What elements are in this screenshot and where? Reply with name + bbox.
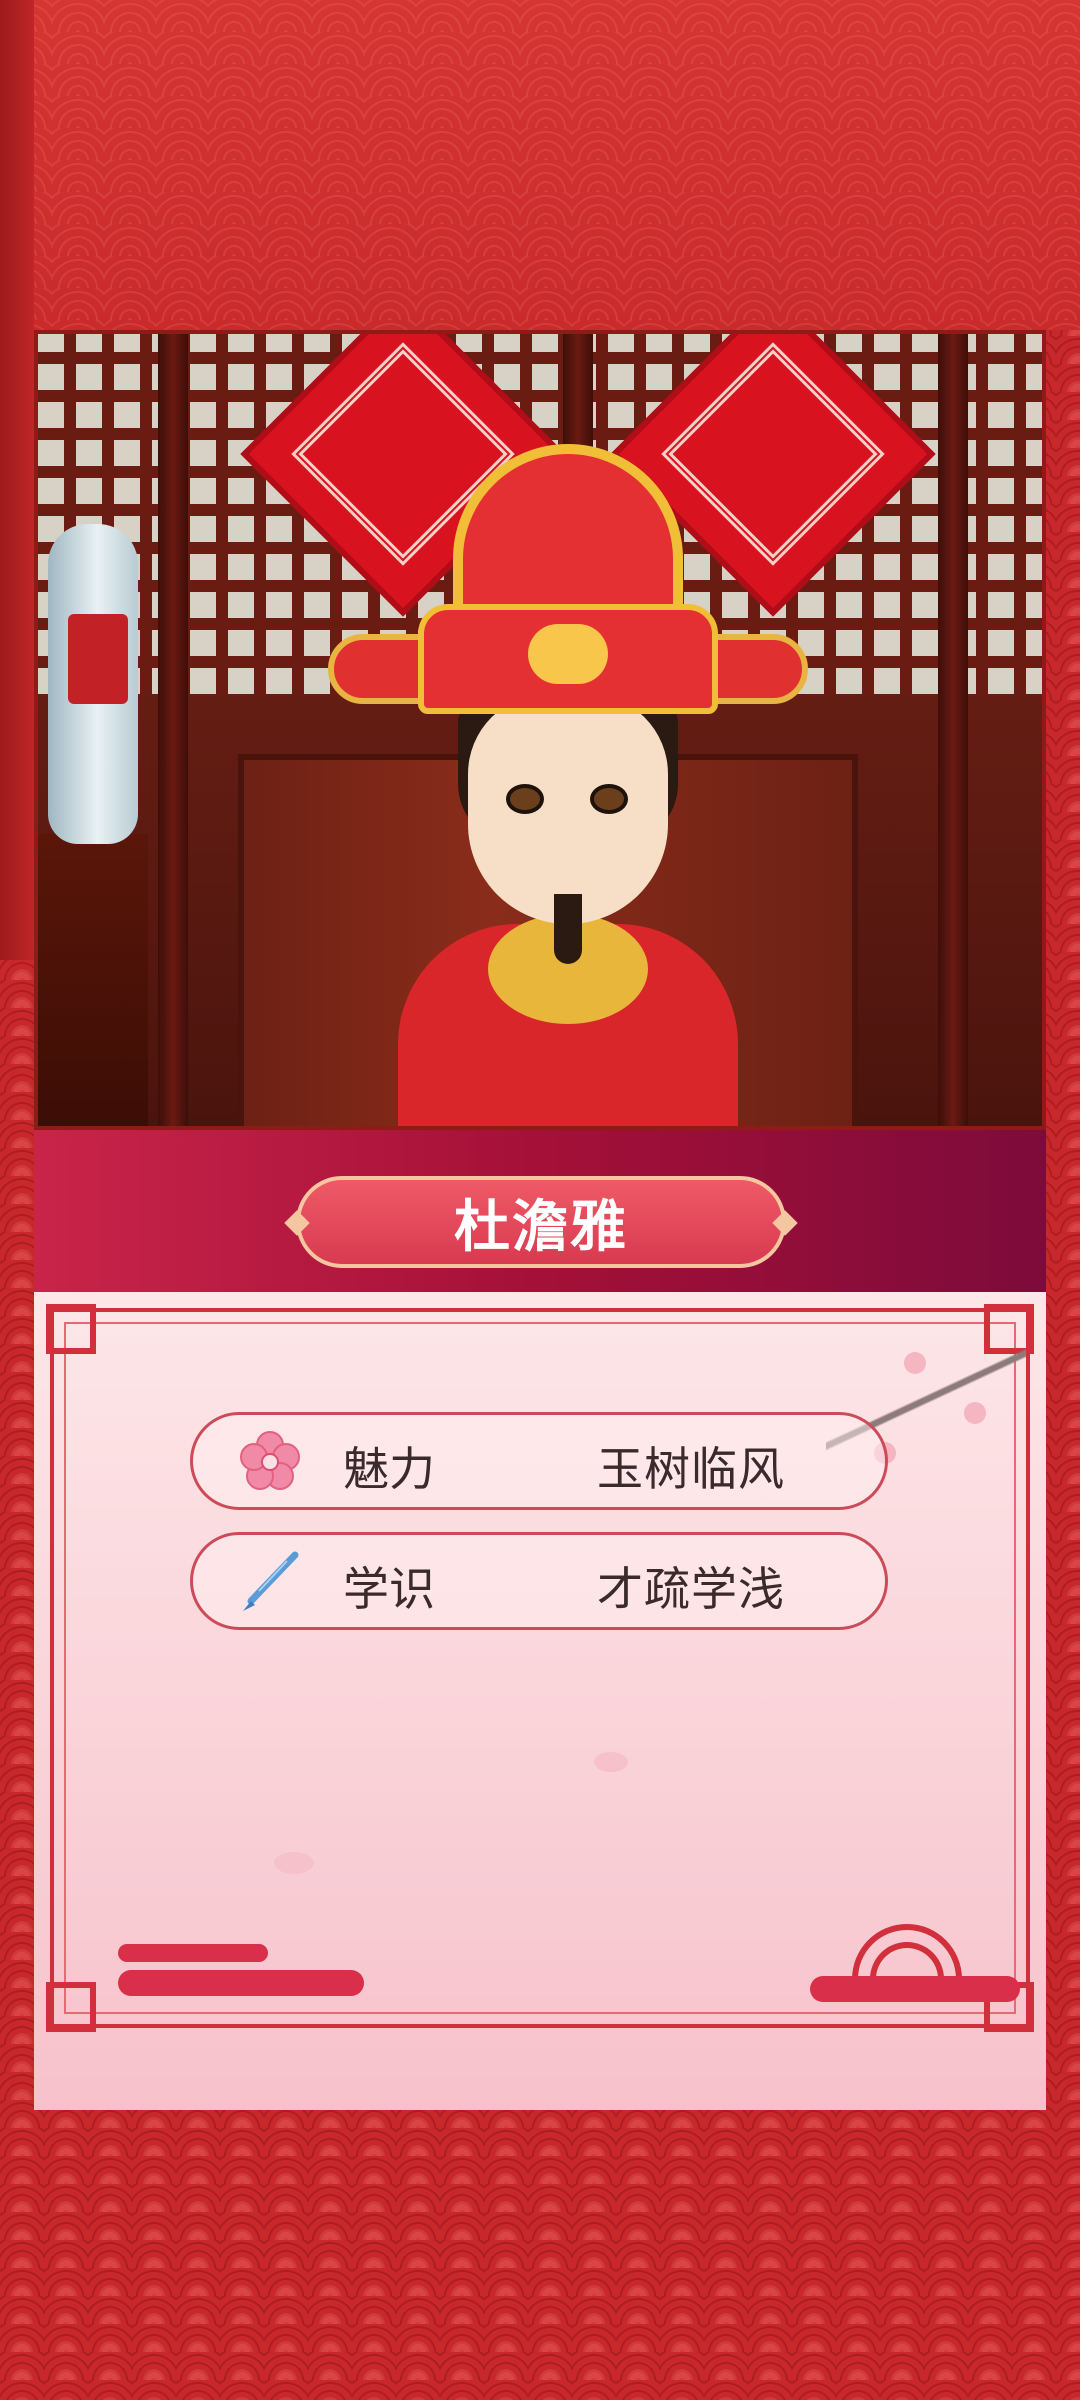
plum-blossom-icon xyxy=(240,1431,300,1490)
name-plate: 杜澹雅 xyxy=(296,1176,786,1268)
scroll-decoration xyxy=(810,1976,1020,2002)
vase-stand xyxy=(38,834,148,1126)
avatar xyxy=(328,444,808,1126)
character-name: 杜澹雅 xyxy=(454,1194,628,1260)
writing-brush-icon xyxy=(243,1551,299,1611)
top-pattern-band xyxy=(0,0,1080,330)
attribute-row-charm: 魅力 玉树临风 xyxy=(190,1412,888,1510)
character-portrait xyxy=(34,330,1046,1130)
attribute-value: 才疏学浅 xyxy=(597,1562,785,1616)
attribute-label: 学识 xyxy=(343,1562,435,1616)
scroll-decoration xyxy=(118,1970,364,1996)
scroll-decoration xyxy=(118,1944,268,1962)
blossom-decoration xyxy=(964,1402,986,1424)
frame-corner xyxy=(46,1982,96,2032)
attribute-label: 魅力 xyxy=(343,1442,435,1496)
bottom-pattern-band xyxy=(0,2110,1080,2400)
left-edge-shadow xyxy=(0,0,34,960)
blossom-decoration xyxy=(904,1352,926,1374)
attribute-row-knowledge: 学识 才疏学浅 xyxy=(190,1532,888,1630)
attribute-value: 玉树临风 xyxy=(597,1442,785,1496)
petal-decoration xyxy=(274,1852,314,1874)
pillar xyxy=(938,334,968,1126)
petal-decoration xyxy=(594,1752,628,1772)
vase xyxy=(48,524,138,844)
attribute-card: 魅力 玉树临风 学识 才疏学浅 xyxy=(34,1292,1046,2110)
pillar xyxy=(158,334,188,1126)
frame-corner xyxy=(46,1304,96,1354)
